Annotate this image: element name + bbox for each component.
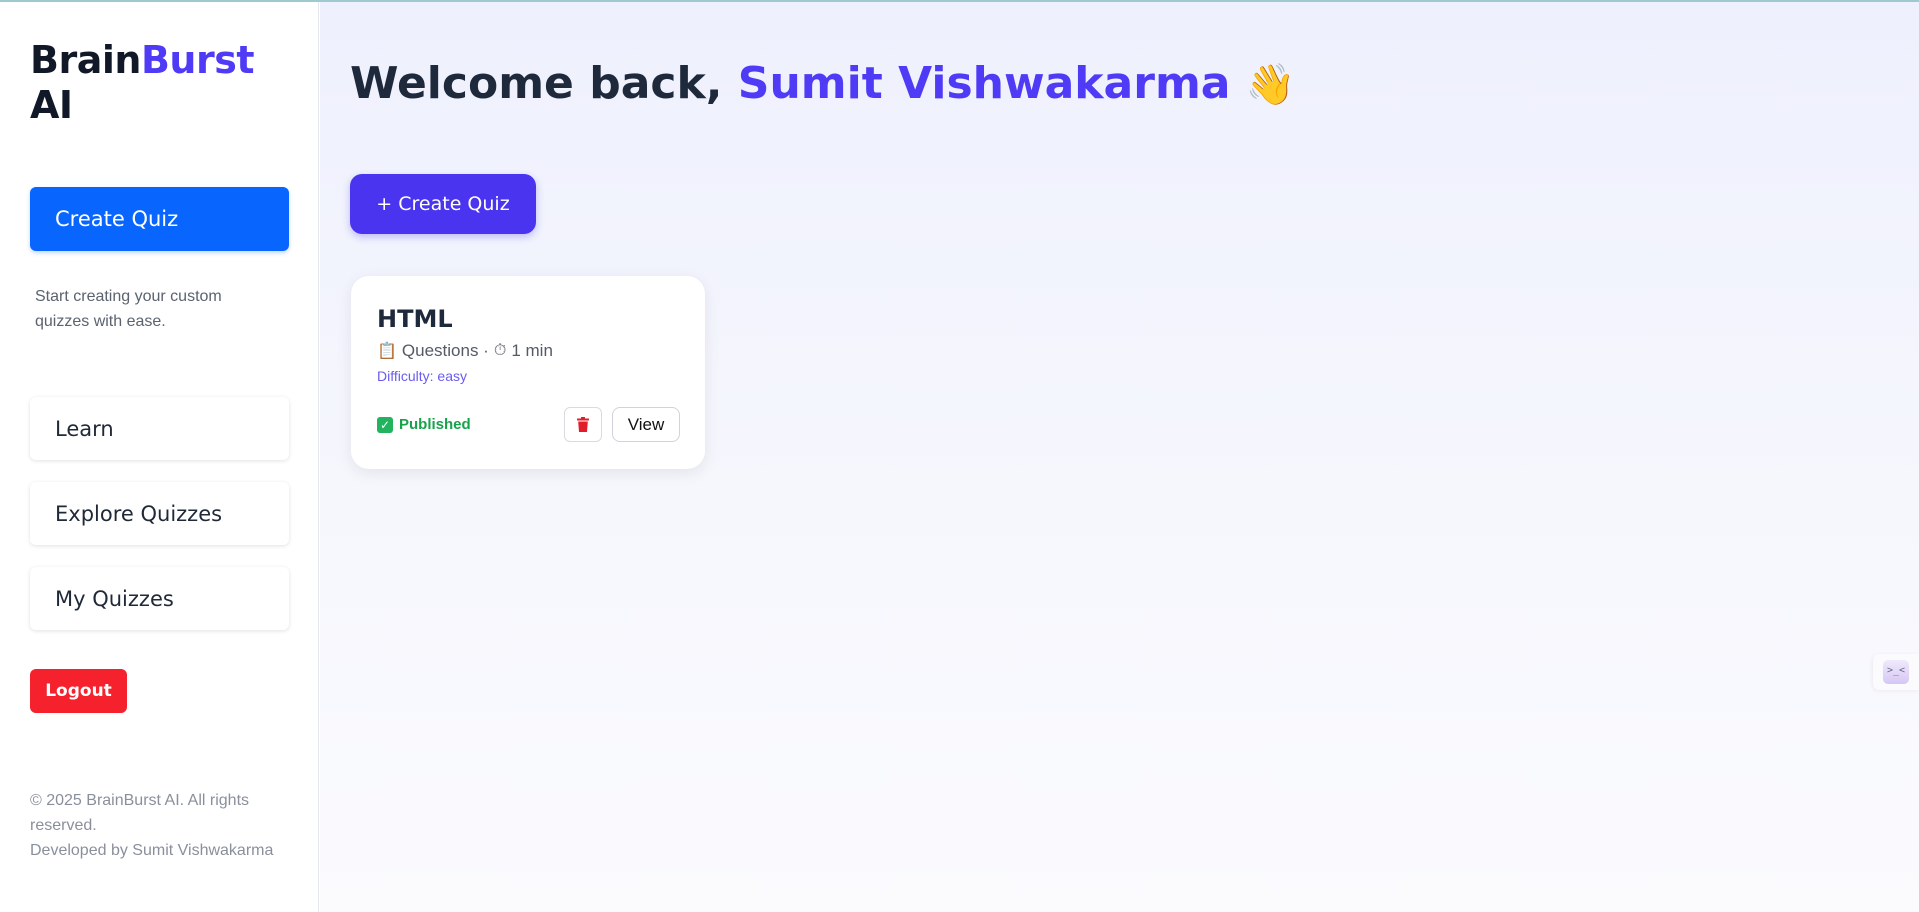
quiz-questions-label: Questions · <box>401 341 489 360</box>
sidebar: BrainBurst AI Create Quiz Start creating… <box>0 2 319 912</box>
quiz-difficulty: Difficulty: easy <box>377 368 467 384</box>
create-quiz-button[interactable]: + Create Quiz <box>350 174 536 234</box>
brand-part-burst: Burst <box>140 38 255 82</box>
logout-label: Logout <box>45 681 112 701</box>
quiz-card: HTML 📋 Questions · ⏱ 1 min Difficulty: e… <box>351 276 705 469</box>
page-title: Welcome back, Sumit Vishwakarma 👋 <box>350 54 1296 115</box>
sidebar-item-my-quizzes[interactable]: My Quizzes <box>30 567 289 630</box>
quiz-duration: 1 min <box>511 341 553 360</box>
quiz-meta: 📋 Questions · ⏱ 1 min <box>377 341 679 361</box>
sidebar-description: Start creating your custom quizzes with … <box>35 288 222 330</box>
delete-quiz-button[interactable] <box>564 407 602 442</box>
quiz-title: HTML <box>377 305 453 333</box>
wave-icon: 👋 <box>1245 62 1296 108</box>
footer-copyright: © 2025 BrainBurst AI. All rights reserve… <box>30 792 250 834</box>
sidebar-item-learn[interactable]: Learn <box>30 397 289 460</box>
sidebar-item-explore-quizzes[interactable]: Explore Quizzes <box>30 482 289 545</box>
view-quiz-button[interactable]: View <box>612 407 680 442</box>
sidebar-item-label: Explore Quizzes <box>55 501 223 526</box>
assistant-face-icon: >_< <box>1883 660 1909 684</box>
sidebar-create-quiz-label: Create Quiz <box>55 207 179 231</box>
sidebar-item-label: My Quizzes <box>55 586 174 611</box>
assistant-widget-button[interactable]: >_< <box>1873 654 1919 690</box>
brand-part-brain: Brain <box>30 38 141 82</box>
welcome-prefix: Welcome back, <box>350 58 738 109</box>
status-label: Published <box>399 416 471 433</box>
sidebar-item-label: Learn <box>55 416 114 441</box>
quiz-actions: View <box>564 407 680 442</box>
brand-part-ai: AI <box>30 83 73 127</box>
create-quiz-label: + Create Quiz <box>376 193 510 215</box>
logout-button[interactable]: Logout <box>30 669 127 713</box>
trash-icon <box>577 417 589 432</box>
quiz-card-footer: ✓ Published View <box>377 407 680 442</box>
stopwatch-icon: ⏱ <box>493 342 507 359</box>
clipboard-icon: 📋 <box>377 343 397 360</box>
sidebar-footer: © 2025 BrainBurst AI. All rights reserve… <box>30 788 280 863</box>
view-label: View <box>627 414 665 434</box>
user-name: Sumit Vishwakarma <box>737 58 1231 109</box>
sidebar-create-quiz-button[interactable]: Create Quiz <box>30 187 289 251</box>
footer-developer: Developed by Sumit Vishwakarma <box>30 842 274 859</box>
status-badge: ✓ Published <box>377 416 471 433</box>
brand-logo[interactable]: BrainBurst AI <box>30 38 288 128</box>
check-icon: ✓ <box>377 416 393 433</box>
main-content: Welcome back, Sumit Vishwakarma 👋 + Crea… <box>320 2 1919 912</box>
